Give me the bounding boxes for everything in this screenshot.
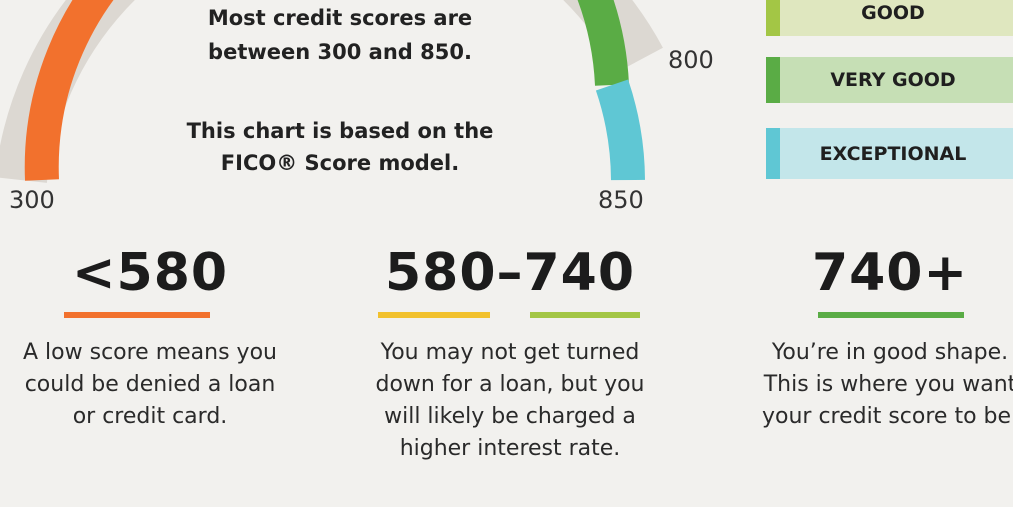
gauge-info-line-2: between 300 and 850. — [208, 40, 472, 64]
range-desc-good-line-3: your credit score to be. — [761, 404, 1013, 429]
gauge-segment-very-good — [577, 0, 629, 87]
scale-label-850: 850 — [598, 186, 644, 214]
scale-label-300: 300 — [9, 186, 55, 214]
range-desc-fair-line-1: You may not get turned — [380, 340, 640, 365]
gauge-segment-exceptional — [595, 79, 645, 181]
range-desc-fair-line-4: higher interest rate. — [399, 436, 621, 461]
range-underline-fair-yellow — [378, 312, 490, 318]
range-value-poor: <580 — [71, 243, 229, 303]
range-desc-fair-line-2: down for a loan, but you — [375, 372, 645, 397]
range-value-fair: 580–740 — [384, 243, 636, 303]
range-desc-fair-line-3: will likely be charged a — [384, 404, 636, 429]
range-desc-fair: You may not get turned down for a loan, … — [330, 337, 690, 465]
range-underline-good — [818, 312, 964, 318]
range-desc-good-line-1: You’re in good shape. — [771, 340, 1009, 365]
gauge-info-line-3: This chart is based on the — [186, 119, 494, 143]
legend-label-exceptional: EXCEPTIONAL — [819, 142, 967, 165]
legend-label-good: GOOD — [861, 2, 925, 24]
range-desc-poor: A low score means you could be denied a … — [0, 337, 320, 433]
legend-stripe-exceptional — [766, 128, 780, 179]
legend-stripe-good — [766, 0, 780, 36]
range-desc-good: You’re in good shape. This is where you … — [720, 337, 1013, 433]
legend-label-very-good: VERY GOOD — [830, 69, 956, 91]
legend-item-very-good: VERY GOOD — [766, 57, 1013, 103]
legend-stripe-very-good — [766, 57, 780, 103]
range-underline-poor — [64, 312, 210, 318]
range-desc-poor-line-1: A low score means you — [23, 340, 277, 365]
range-value-good: 740+ — [811, 243, 969, 303]
legend-item-good: GOOD — [766, 0, 1013, 36]
range-desc-poor-line-3: or credit card. — [72, 404, 228, 429]
gauge-info-line-4: FICO® Score model. — [220, 151, 460, 175]
range-desc-good-line-2: This is where you want — [763, 372, 1013, 397]
range-desc-poor-line-2: could be denied a loan — [24, 372, 276, 397]
legend-item-exceptional: EXCEPTIONAL — [766, 128, 1013, 179]
gauge-info-line-1: Most credit scores are — [207, 6, 473, 30]
scale-label-800: 800 — [668, 46, 714, 74]
range-underline-fair-green — [530, 312, 640, 318]
